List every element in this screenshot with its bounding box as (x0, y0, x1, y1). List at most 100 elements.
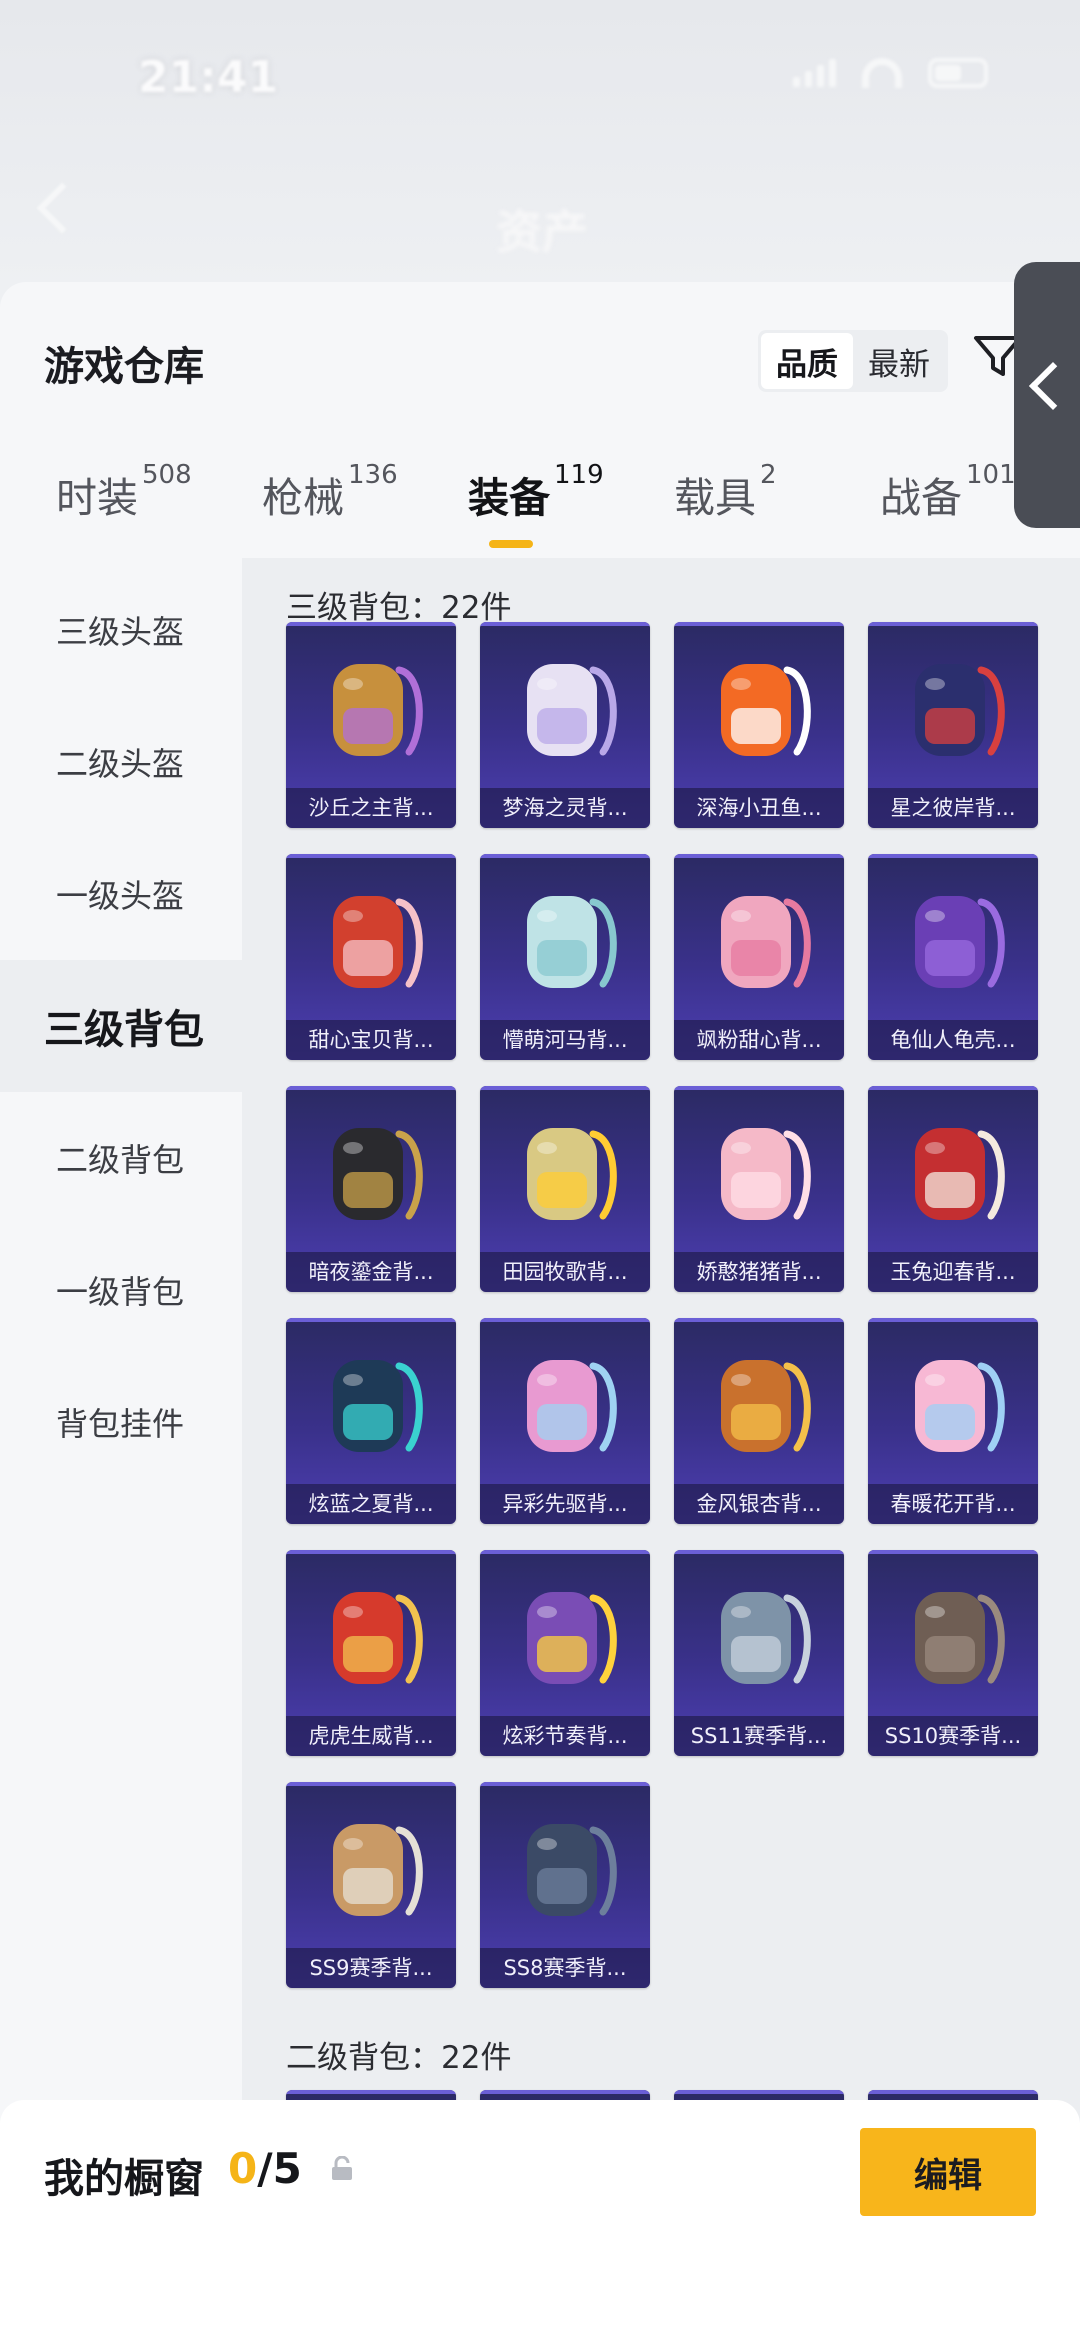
dark-gold-icon (333, 1128, 423, 1220)
pink-pack-icon (721, 896, 811, 988)
showcase-total: /5 (257, 2144, 302, 2193)
item-card[interactable]: 梦海之灵背... (480, 622, 650, 828)
hippo-icon (527, 896, 617, 988)
rabbit-pack-icon (915, 1128, 1005, 1220)
warehouse-sheet: 游戏仓库 品质 最新 时装 508 枪械 136 装备 119 载具 2 战备 101 三… (0, 262, 1080, 2341)
item-card[interactable]: 田园牧歌背... (480, 1086, 650, 1292)
basket-icon (527, 1128, 617, 1220)
brown-pack-icon (915, 1592, 1005, 1684)
back-arrow-icon[interactable] (36, 182, 88, 234)
turtle-shell-icon (915, 896, 1005, 988)
item-name: 龟仙人龟壳... (868, 1020, 1038, 1060)
tab-label: 载具 (674, 474, 756, 522)
chevron-left-icon (1028, 361, 1078, 411)
flower-pack-icon (915, 1360, 1005, 1452)
sidebar-item-level1-helmet[interactable]: 一级头盔 (0, 828, 242, 960)
navy-pack-icon (527, 1824, 617, 1916)
status-time: 21:41 (138, 52, 279, 103)
graffiti-pack-icon (527, 1592, 617, 1684)
item-name: 飒粉甜心背... (674, 1020, 844, 1060)
item-name: SS8赛季背... (480, 1948, 650, 1988)
tab-weapons[interactable]: 枪械 136 (262, 460, 398, 524)
tan-pack-icon (333, 1824, 423, 1916)
item-name: SS9赛季背... (286, 1948, 456, 1988)
pig-icon (721, 1128, 811, 1220)
tab-label: 装备 (468, 474, 550, 522)
showcase-count: 0/5 (228, 2144, 302, 2193)
item-card[interactable]: 星之彼岸背... (868, 622, 1038, 828)
edit-button[interactable]: 编辑 (860, 2128, 1036, 2216)
item-card[interactable]: 深海小丑鱼... (674, 622, 844, 828)
sidebar-item-level1-backpack[interactable]: 一级背包 (0, 1224, 242, 1356)
sidebar-item-level2-backpack[interactable]: 二级背包 (0, 1092, 242, 1224)
sort-quality-button[interactable]: 品质 (761, 333, 853, 389)
sidebar-item-level3-helmet[interactable]: 三级头盔 (0, 564, 242, 696)
item-name: 玉兔迎春背... (868, 1252, 1038, 1292)
tab-count: 508 (142, 460, 192, 490)
jellyfish-icon (527, 664, 617, 756)
item-card[interactable]: 炫彩节奏背... (480, 1550, 650, 1756)
item-card[interactable]: 炫蓝之夏背... (286, 1318, 456, 1524)
item-name: 娇憨猪猪背... (674, 1252, 844, 1292)
sidebar-item-level3-backpack[interactable]: 三级背包 (0, 960, 242, 1092)
item-name: 梦海之灵背... (480, 788, 650, 828)
item-name: 甜心宝贝背... (286, 1020, 456, 1060)
item-name: 星之彼岸背... (868, 788, 1038, 828)
tab-label: 枪械 (262, 474, 344, 522)
section-header: 三级背包：22件 (286, 590, 512, 626)
item-card[interactable]: 飒粉甜心背... (674, 854, 844, 1060)
category-tabs: 时装 508 枪械 136 装备 119 载具 2 战备 101 (0, 460, 1080, 564)
top-bar: 21:41 资产 (0, 0, 1080, 290)
item-card[interactable]: SS10赛季背... (868, 1550, 1038, 1756)
tab-label: 时装 (56, 474, 138, 522)
item-card[interactable]: 懵萌河马背... (480, 854, 650, 1060)
status-icons (793, 58, 988, 88)
item-name: 炫彩节奏背... (480, 1716, 650, 1756)
blue-pack-icon (333, 1360, 423, 1452)
ginkgo-icon (721, 1360, 811, 1452)
nav-title: 资产 (496, 205, 588, 259)
camo-pack-icon (721, 1592, 811, 1684)
clownfish-icon (721, 664, 811, 756)
item-card[interactable]: 沙丘之主背... (286, 622, 456, 828)
item-content: 三级背包：22件 沙丘之主背... 梦海之灵背... 深海小丑鱼... 星之彼岸背..… (242, 558, 1080, 2341)
item-card[interactable]: SS11赛季背... (674, 1550, 844, 1756)
sort-toggle: 品质 最新 (758, 330, 948, 392)
sidebar-item-level2-helmet[interactable]: 二级头盔 (0, 696, 242, 828)
item-name: 暗夜鎏金背... (286, 1252, 456, 1292)
item-card[interactable]: 虎虎生威背... (286, 1550, 456, 1756)
item-card[interactable]: 龟仙人龟壳... (868, 854, 1038, 1060)
sort-newest-button[interactable]: 最新 (853, 333, 945, 389)
tab-count: 136 (348, 460, 398, 490)
item-card[interactable]: 春暖花开背... (868, 1318, 1038, 1524)
scroll-icon (333, 664, 423, 756)
item-card[interactable]: 金风银杏背... (674, 1318, 844, 1524)
item-card[interactable]: SS8赛季背... (480, 1782, 650, 1988)
showcase-label: 我的橱窗 (44, 2156, 204, 2202)
item-card[interactable]: 娇憨猪猪背... (674, 1086, 844, 1292)
tab-label: 战备 (880, 474, 962, 522)
pastel-pack-icon (527, 1360, 617, 1452)
sheet-title: 游戏仓库 (44, 344, 204, 390)
sidebar-item-backpack-charm[interactable]: 背包挂件 (0, 1356, 242, 1488)
item-card[interactable]: 暗夜鎏金背... (286, 1086, 456, 1292)
item-name: 田园牧歌背... (480, 1252, 650, 1292)
astronaut-icon (915, 664, 1005, 756)
item-name: SS11赛季背... (674, 1716, 844, 1756)
item-name: 异彩先驱背... (480, 1484, 650, 1524)
tab-supplies[interactable]: 战备 101 (880, 460, 1016, 524)
tab-count: 101 (966, 460, 1016, 490)
active-tab-indicator (489, 540, 533, 548)
item-card[interactable]: 甜心宝贝背... (286, 854, 456, 1060)
item-card[interactable]: 玉兔迎春背... (868, 1086, 1038, 1292)
tab-vehicles[interactable]: 载具 2 (674, 460, 777, 524)
item-name: 深海小丑鱼... (674, 788, 844, 828)
tab-equipment[interactable]: 装备 119 (468, 460, 604, 524)
subcategory-sidebar: 三级头盔 二级头盔 一级头盔 三级背包 二级背包 一级背包 背包挂件 (0, 564, 242, 2341)
tab-count: 119 (554, 460, 604, 490)
item-name: 沙丘之主背... (286, 788, 456, 828)
item-card[interactable]: SS9赛季背... (286, 1782, 456, 1988)
item-name: 金风银杏背... (674, 1484, 844, 1524)
tab-fashion[interactable]: 时装 508 (56, 460, 192, 524)
item-card[interactable]: 异彩先驱背... (480, 1318, 650, 1524)
